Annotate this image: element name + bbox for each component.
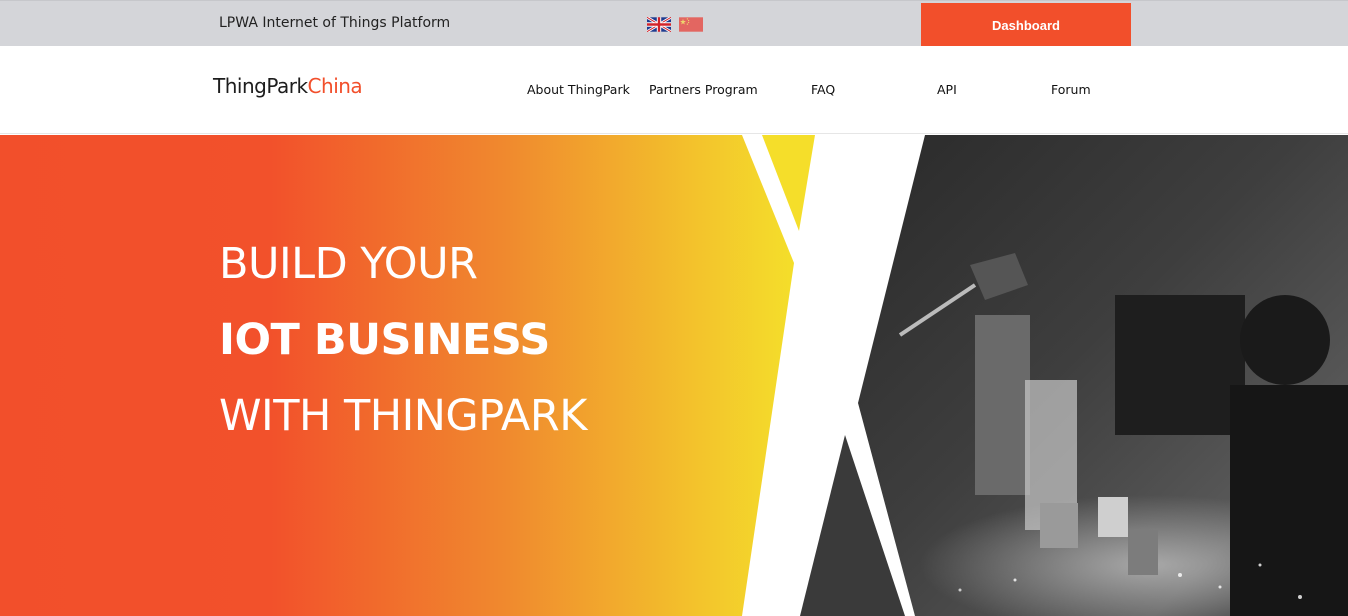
thingpark-china-logo[interactable]: ThingPark China — [213, 74, 363, 98]
office-photo-image — [800, 135, 1348, 616]
hero-banner: BUILD YOUR IOT BUSINESS WITH THINGPARK — [0, 135, 1348, 616]
nav-item-partners-program[interactable]: Partners Program — [649, 82, 758, 97]
top-bar: LPWA Internet of Things Platform Dashboa… — [0, 0, 1348, 47]
nav-item-about-thingpark[interactable]: About ThingPark — [527, 82, 630, 97]
main-nav: ThingPark China About ThingPark Partners … — [0, 46, 1348, 134]
logo-primary-text: ThingPark — [213, 74, 308, 98]
hero-line-3: WITH THINGPARK — [219, 391, 587, 441]
hero-background — [0, 135, 1348, 616]
platform-tagline: LPWA Internet of Things Platform — [219, 15, 451, 31]
hero-line-1: BUILD YOUR — [219, 239, 478, 289]
logo-accent-text: China — [307, 74, 363, 98]
nav-item-api[interactable]: API — [937, 82, 957, 97]
uk-flag-icon[interactable] — [647, 17, 671, 32]
nav-item-faq[interactable]: FAQ — [811, 82, 835, 97]
nav-item-forum[interactable]: Forum — [1051, 82, 1091, 97]
china-flag-icon[interactable] — [679, 17, 703, 32]
dashboard-button[interactable]: Dashboard — [921, 3, 1131, 47]
hero-line-2: IOT BUSINESS — [219, 315, 550, 365]
